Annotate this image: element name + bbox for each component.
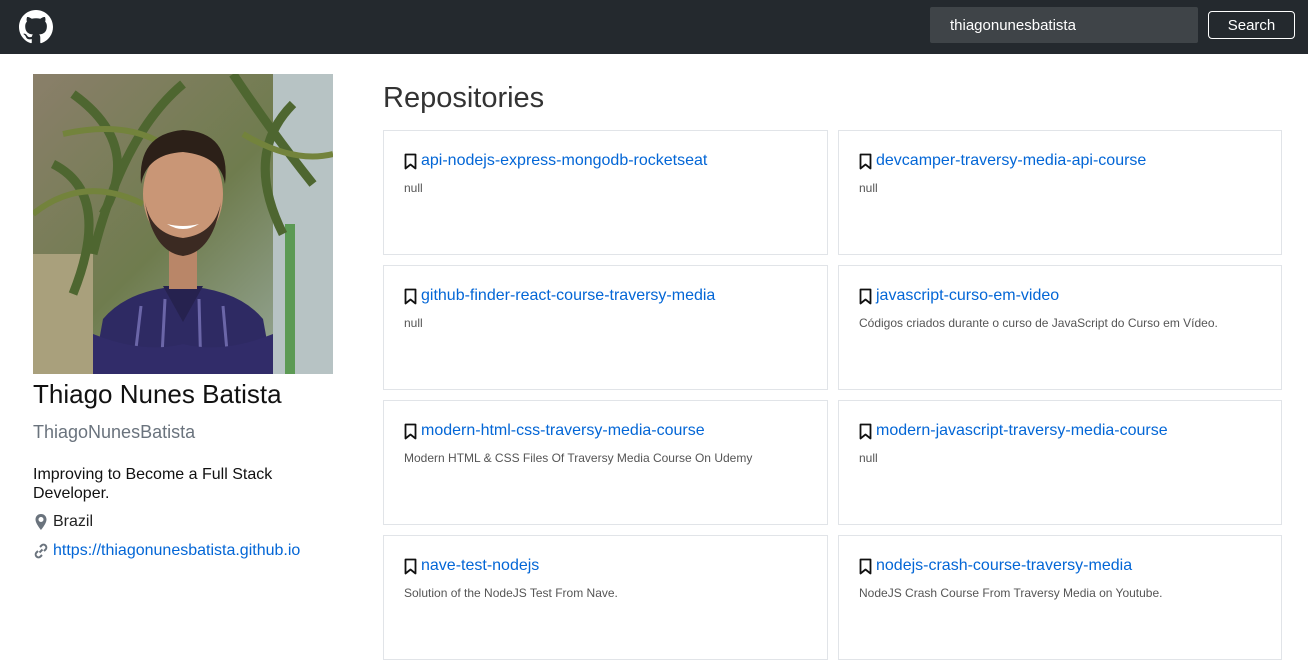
repo-card: nave-test-nodejs Solution of the NodeJS …	[383, 535, 828, 660]
repo-name-link[interactable]: modern-javascript-traversy-media-course	[876, 422, 1168, 440]
repo-description: Códigos criados durante o curso de JavaS…	[859, 316, 1218, 330]
github-icon[interactable]	[19, 10, 53, 44]
repo-card: javascript-curso-em-video Códigos criado…	[838, 265, 1282, 390]
search-input[interactable]	[930, 7, 1198, 43]
repo-card: devcamper-traversy-media-api-course null	[838, 130, 1282, 255]
link-icon	[34, 543, 48, 558]
profile-bio: Improving to Become a Full Stack Develop…	[33, 466, 273, 502]
repo-card: api-nodejs-express-mongodb-rocketseat nu…	[383, 130, 828, 255]
repo-name-link[interactable]: github-finder-react-course-traversy-medi…	[421, 287, 715, 305]
repo-name-link[interactable]: api-nodejs-express-mongodb-rocketseat	[421, 152, 707, 170]
repo-description: Solution of the NodeJS Test From Nave.	[404, 586, 618, 600]
top-navbar: Search	[0, 0, 1308, 54]
profile-name: Thiago Nunes Batista	[33, 379, 282, 409]
repo-name-link[interactable]: javascript-curso-em-video	[876, 287, 1059, 305]
bookmark-icon	[859, 558, 872, 574]
repo-card: modern-javascript-traversy-media-course …	[838, 400, 1282, 525]
repo-card: github-finder-react-course-traversy-medi…	[383, 265, 828, 390]
profile-login: ThiagoNunesBatista	[33, 422, 196, 442]
repo-name-link[interactable]: modern-html-css-traversy-media-course	[421, 422, 705, 440]
repo-description: Modern HTML & CSS Files Of Traversy Medi…	[404, 451, 753, 465]
avatar	[33, 74, 333, 374]
bookmark-icon	[404, 558, 417, 574]
location-row: Brazil	[33, 511, 333, 532]
repo-description: NodeJS Crash Course From Traversy Media …	[859, 586, 1163, 600]
repo-card: modern-html-css-traversy-media-course Mo…	[383, 400, 828, 525]
bookmark-icon	[859, 423, 872, 439]
repo-description: null	[404, 181, 423, 195]
repo-name-link[interactable]: devcamper-traversy-media-api-course	[876, 152, 1146, 170]
location-text: Brazil	[53, 513, 94, 530]
repo-name-link[interactable]: nodejs-crash-course-traversy-media	[876, 557, 1132, 575]
repository-grid: api-nodejs-express-mongodb-rocketseat nu…	[383, 130, 1282, 660]
bookmark-icon	[859, 153, 872, 169]
blog-link[interactable]: https://thiagonunesbatista.github.io	[53, 540, 300, 561]
bookmark-icon	[404, 288, 417, 304]
repo-name-link[interactable]: nave-test-nodejs	[421, 557, 539, 575]
blog-row: https://thiagonunesbatista.github.io	[33, 540, 333, 561]
repositories-heading: Repositories	[383, 82, 545, 114]
profile-sidebar: Thiago Nunes Batista ThiagoNunesBatista …	[33, 74, 333, 561]
repo-description: null	[859, 451, 878, 465]
repo-card: nodejs-crash-course-traversy-media NodeJ…	[838, 535, 1282, 660]
bookmark-icon	[404, 153, 417, 169]
repo-description: null	[859, 181, 878, 195]
bookmark-icon	[859, 288, 872, 304]
search-button[interactable]: Search	[1208, 11, 1295, 39]
bookmark-icon	[404, 423, 417, 439]
repo-description: null	[404, 316, 423, 330]
location-pin-icon	[35, 513, 47, 530]
